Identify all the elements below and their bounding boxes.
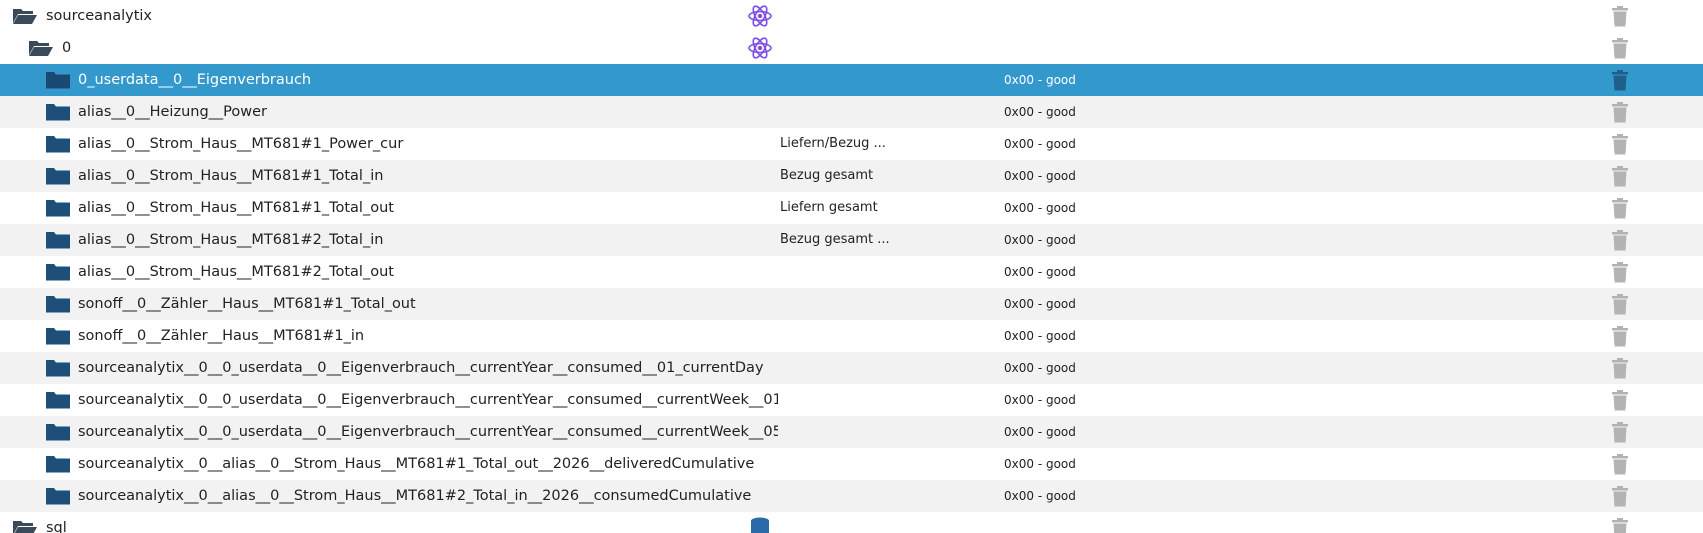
tree-row-quality: 0x00 - good — [1004, 128, 1076, 160]
folder-icon — [45, 263, 71, 281]
tree-row-quality: 0x00 - good — [1004, 160, 1076, 192]
folder-icon — [45, 487, 71, 505]
tree-row[interactable]: alias__0__Strom_Haus__MT681#1_Power_curL… — [0, 128, 1703, 160]
trash-icon[interactable] — [1611, 230, 1629, 251]
trash-icon[interactable] — [1611, 326, 1629, 347]
tree-row[interactable]: alias__0__Strom_Haus__MT681#1_Total_outL… — [0, 192, 1703, 224]
trash-icon[interactable] — [1611, 358, 1629, 379]
tree-row-description: Liefern gesamt — [780, 192, 878, 224]
tree-row-name: sourceanalytix__0__0_userdata__0__Eigenv… — [78, 352, 778, 384]
tree-row[interactable]: alias__0__Strom_Haus__MT681#2_Total_inBe… — [0, 224, 1703, 256]
trash-icon[interactable] — [1611, 134, 1629, 155]
folder-icon — [45, 167, 71, 185]
tree-row[interactable]: 0_userdata__0__Eigenverbrauch 0x00 - good — [0, 64, 1703, 96]
tree-row-name: sourceanalytix__0__0_userdata__0__Eigenv… — [78, 384, 778, 416]
trash-icon[interactable] — [1611, 294, 1629, 315]
tree-row-quality: 0x00 - good — [1004, 320, 1076, 352]
folder-open-icon — [28, 39, 54, 57]
trash-icon[interactable] — [1611, 262, 1629, 283]
tree-row-description: Bezug gesamt — [780, 160, 873, 192]
tree-row-name: 0_userdata__0__Eigenverbrauch — [78, 64, 778, 96]
folder-open-icon — [12, 519, 38, 533]
tree-row[interactable]: sourceanalytix__0__0_userdata__0__Eigenv… — [0, 352, 1703, 384]
folder-icon — [45, 327, 71, 345]
tree-row[interactable]: sourceanalytix__0__0_userdata__0__Eigenv… — [0, 416, 1703, 448]
tree-row-label: sourceanalytix — [46, 0, 152, 32]
trash-icon[interactable] — [1611, 38, 1629, 59]
tree-row-quality: 0x00 - good — [1004, 224, 1076, 256]
trash-icon[interactable] — [1611, 422, 1629, 443]
tree-row-quality: 0x00 - good — [1004, 192, 1076, 224]
trash-icon[interactable] — [1611, 6, 1629, 27]
tree-row-name: alias__0__Strom_Haus__MT681#1_Total_out — [78, 192, 778, 224]
folder-open-icon — [12, 7, 38, 25]
tree-row-sql[interactable]: sql — [0, 512, 1703, 533]
trash-icon[interactable] — [1611, 486, 1629, 507]
folder-icon — [45, 199, 71, 217]
tree-row-root[interactable]: sourceanalytix — [0, 0, 1703, 32]
tree-row[interactable]: alias__0__Strom_Haus__MT681#1_Total_inBe… — [0, 160, 1703, 192]
trash-icon[interactable] — [1611, 454, 1629, 475]
tree-row-name: alias__0__Strom_Haus__MT681#2_Total_in — [78, 224, 778, 256]
tree-row-name: sonoff__0__Zähler__Haus__MT681#1_in — [78, 320, 778, 352]
object-tree: sourceanalytix 0 — [0, 0, 1703, 533]
trash-icon[interactable] — [1611, 70, 1629, 91]
folder-icon — [45, 455, 71, 473]
tree-row-name: alias__0__Strom_Haus__MT681#1_Power_cur — [78, 128, 778, 160]
tree-row-name: sourceanalytix__0__alias__0__Strom_Haus_… — [78, 480, 778, 512]
folder-icon — [45, 423, 71, 441]
trash-icon[interactable] — [1611, 390, 1629, 411]
tree-row-name: alias__0__Strom_Haus__MT681#1_Total_in — [78, 160, 778, 192]
folder-icon — [45, 71, 71, 89]
tree-row-quality: 0x00 - good — [1004, 288, 1076, 320]
tree-row-quality: 0x00 - good — [1004, 96, 1076, 128]
folder-icon — [45, 295, 71, 313]
tree-row-label: 0 — [62, 32, 71, 64]
tree-row-name: alias__0__Heizung__Power — [78, 96, 778, 128]
folder-icon — [45, 135, 71, 153]
tree-row[interactable]: sourceanalytix__0__alias__0__Strom_Haus_… — [0, 480, 1703, 512]
trash-icon[interactable] — [1611, 518, 1629, 533]
tree-row-instance[interactable]: 0 — [0, 32, 1703, 64]
tree-row-name: sonoff__0__Zähler__Haus__MT681#1_Total_o… — [78, 288, 778, 320]
folder-icon — [45, 103, 71, 121]
tree-row[interactable]: sonoff__0__Zähler__Haus__MT681#1_Total_o… — [0, 288, 1703, 320]
tree-row-quality: 0x00 - good — [1004, 416, 1076, 448]
tree-row-label: sql — [46, 512, 67, 533]
tree-row-quality: 0x00 - good — [1004, 64, 1076, 96]
tree-row[interactable]: sourceanalytix__0__alias__0__Strom_Haus_… — [0, 448, 1703, 480]
database-icon[interactable] — [747, 516, 773, 533]
tree-row[interactable]: alias__0__Heizung__Power 0x00 - good — [0, 96, 1703, 128]
tree-row-name: sourceanalytix__0__0_userdata__0__Eigenv… — [78, 416, 778, 448]
trash-icon[interactable] — [1611, 102, 1629, 123]
tree-row[interactable]: alias__0__Strom_Haus__MT681#2_Total_out 0… — [0, 256, 1703, 288]
tree-row-quality: 0x00 - good — [1004, 448, 1076, 480]
tree-row-quality: 0x00 - good — [1004, 256, 1076, 288]
tree-row[interactable]: sourceanalytix__0__0_userdata__0__Eigenv… — [0, 384, 1703, 416]
tree-row-name: sourceanalytix__0__alias__0__Strom_Haus_… — [78, 448, 778, 480]
atom-icon[interactable] — [747, 36, 773, 60]
atom-icon[interactable] — [747, 4, 773, 28]
folder-icon — [45, 391, 71, 409]
tree-row[interactable]: sonoff__0__Zähler__Haus__MT681#1_in 0x00 … — [0, 320, 1703, 352]
tree-row-description: Bezug gesamt ... — [780, 224, 890, 256]
tree-row-quality: 0x00 - good — [1004, 352, 1076, 384]
folder-icon — [45, 231, 71, 249]
tree-row-quality: 0x00 - good — [1004, 384, 1076, 416]
tree-row-quality: 0x00 - good — [1004, 480, 1076, 512]
tree-row-name: alias__0__Strom_Haus__MT681#2_Total_out — [78, 256, 778, 288]
tree-row-description: Liefern/Bezug ... — [780, 128, 886, 160]
folder-icon — [45, 359, 71, 377]
trash-icon[interactable] — [1611, 198, 1629, 219]
trash-icon[interactable] — [1611, 166, 1629, 187]
